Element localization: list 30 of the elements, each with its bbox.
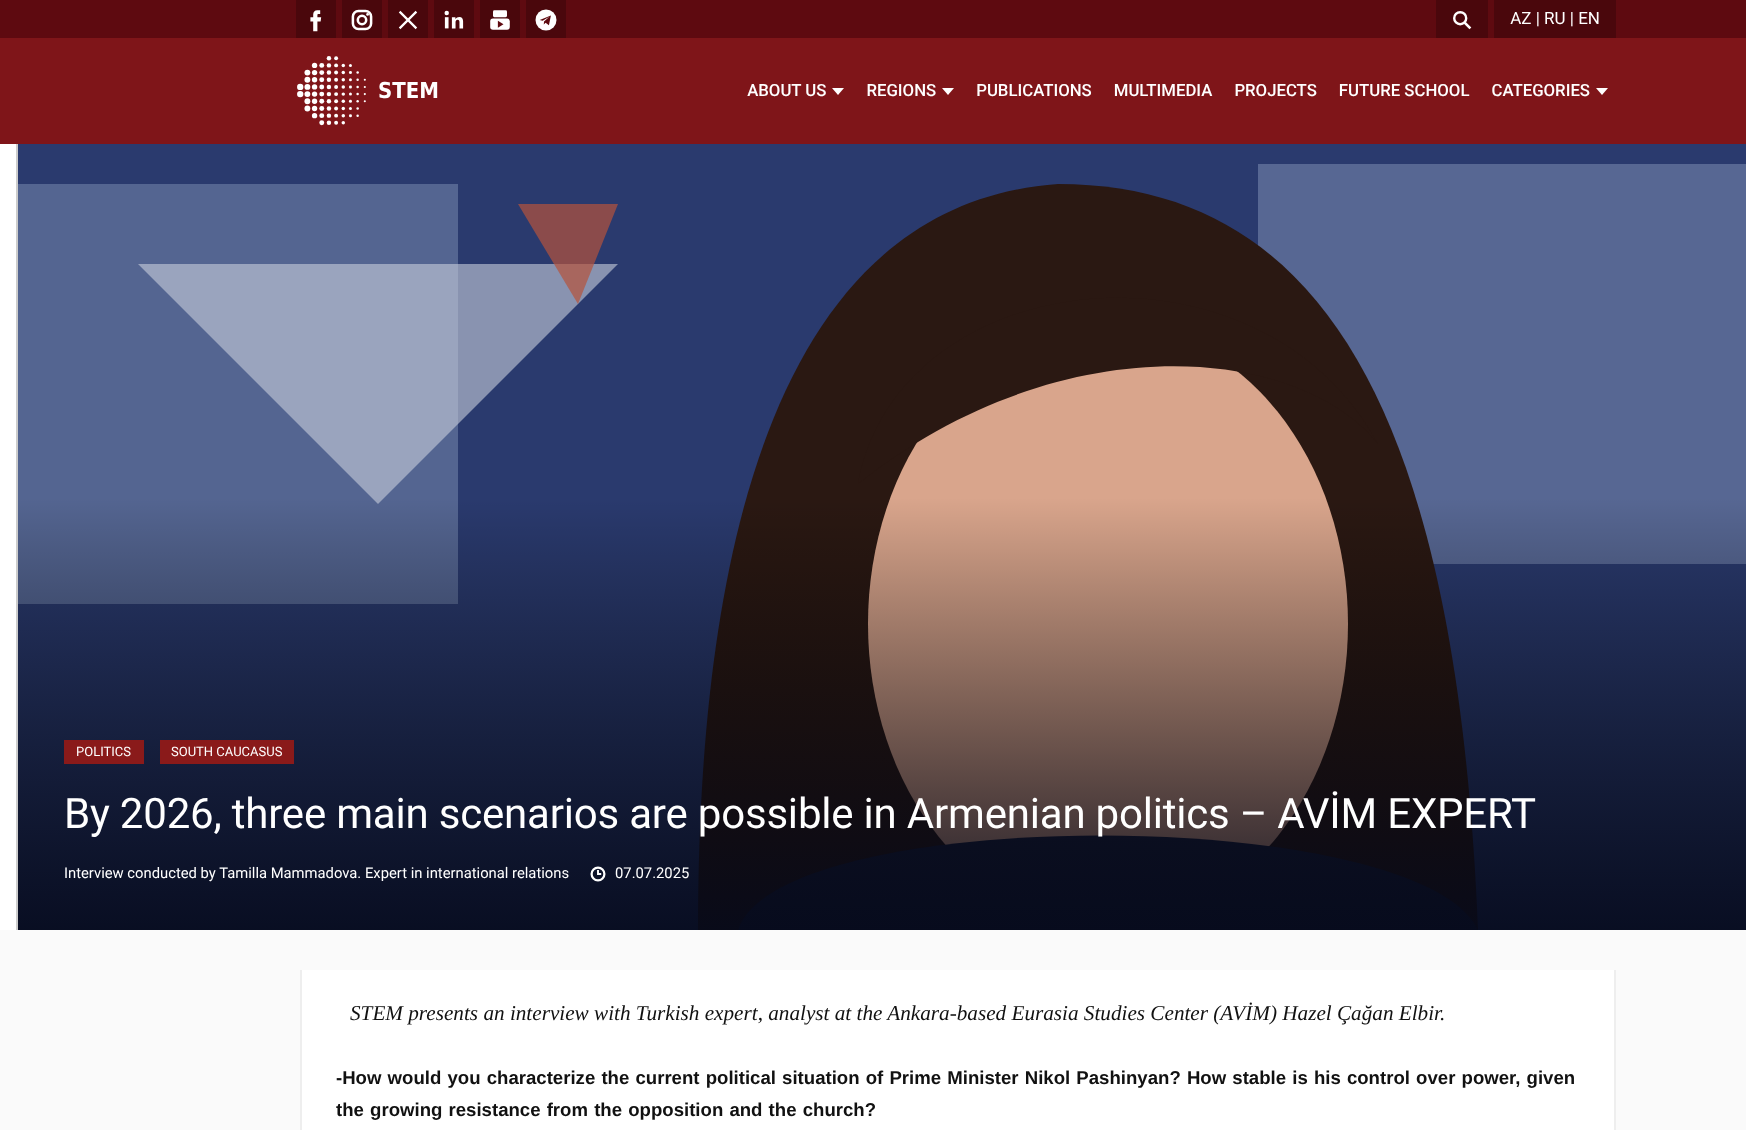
nav-link[interactable]: PROJECTS (1234, 81, 1317, 101)
telegram-icon (532, 5, 560, 33)
linkedin-icon (440, 5, 468, 33)
social-link[interactable] (388, 0, 428, 38)
intro-paragraph: STEM presents an interview with Turkish expert, analyst at the Ankara-based Eurasia Studies Center (AVİM) Hazel Çağan Elbir. (350, 1004, 1448, 1026)
search-icon (1450, 7, 1475, 31)
nav-link[interactable]: ABOUT US (747, 81, 845, 101)
caret-icon (1596, 87, 1608, 95)
x-logo-icon (394, 5, 422, 33)
nav-link[interactable]: CATEGORIES (1491, 81, 1608, 101)
instagram-icon (348, 5, 376, 33)
caret-icon (942, 87, 955, 95)
nav-link[interactable]: FUTURE SCHOOL (1338, 81, 1470, 101)
logo-text[interactable]: STEM (378, 78, 439, 104)
language-links[interactable]: AZ | RU | EN (1494, 0, 1616, 38)
nav-link[interactable]: MULTIMEDIA (1113, 81, 1213, 101)
article-title: By 2026, three main scenarios are possible in Armenian politics – AVİM EXPERT (64, 792, 1538, 840)
clock-icon (589, 865, 606, 881)
globe-logo-icon (296, 53, 372, 129)
nav-link[interactable]: PUBLICATIONS (976, 81, 1092, 101)
social-link[interactable] (296, 0, 336, 38)
search-button[interactable] (1436, 0, 1489, 38)
social-link[interactable] (526, 0, 566, 38)
social-link[interactable] (342, 0, 382, 38)
social-link[interactable] (434, 0, 474, 38)
interview-question: -How would you characterize the current political situation of Prime Minister Nikol Pashinyan? How stable is his control over power, given the growing resistance from the opposition and the church? (336, 1066, 1578, 1124)
youtube-icon (486, 5, 514, 33)
social-link[interactable] (480, 0, 520, 38)
nav-link[interactable]: REGIONS (866, 81, 955, 101)
caret-icon (832, 87, 845, 95)
